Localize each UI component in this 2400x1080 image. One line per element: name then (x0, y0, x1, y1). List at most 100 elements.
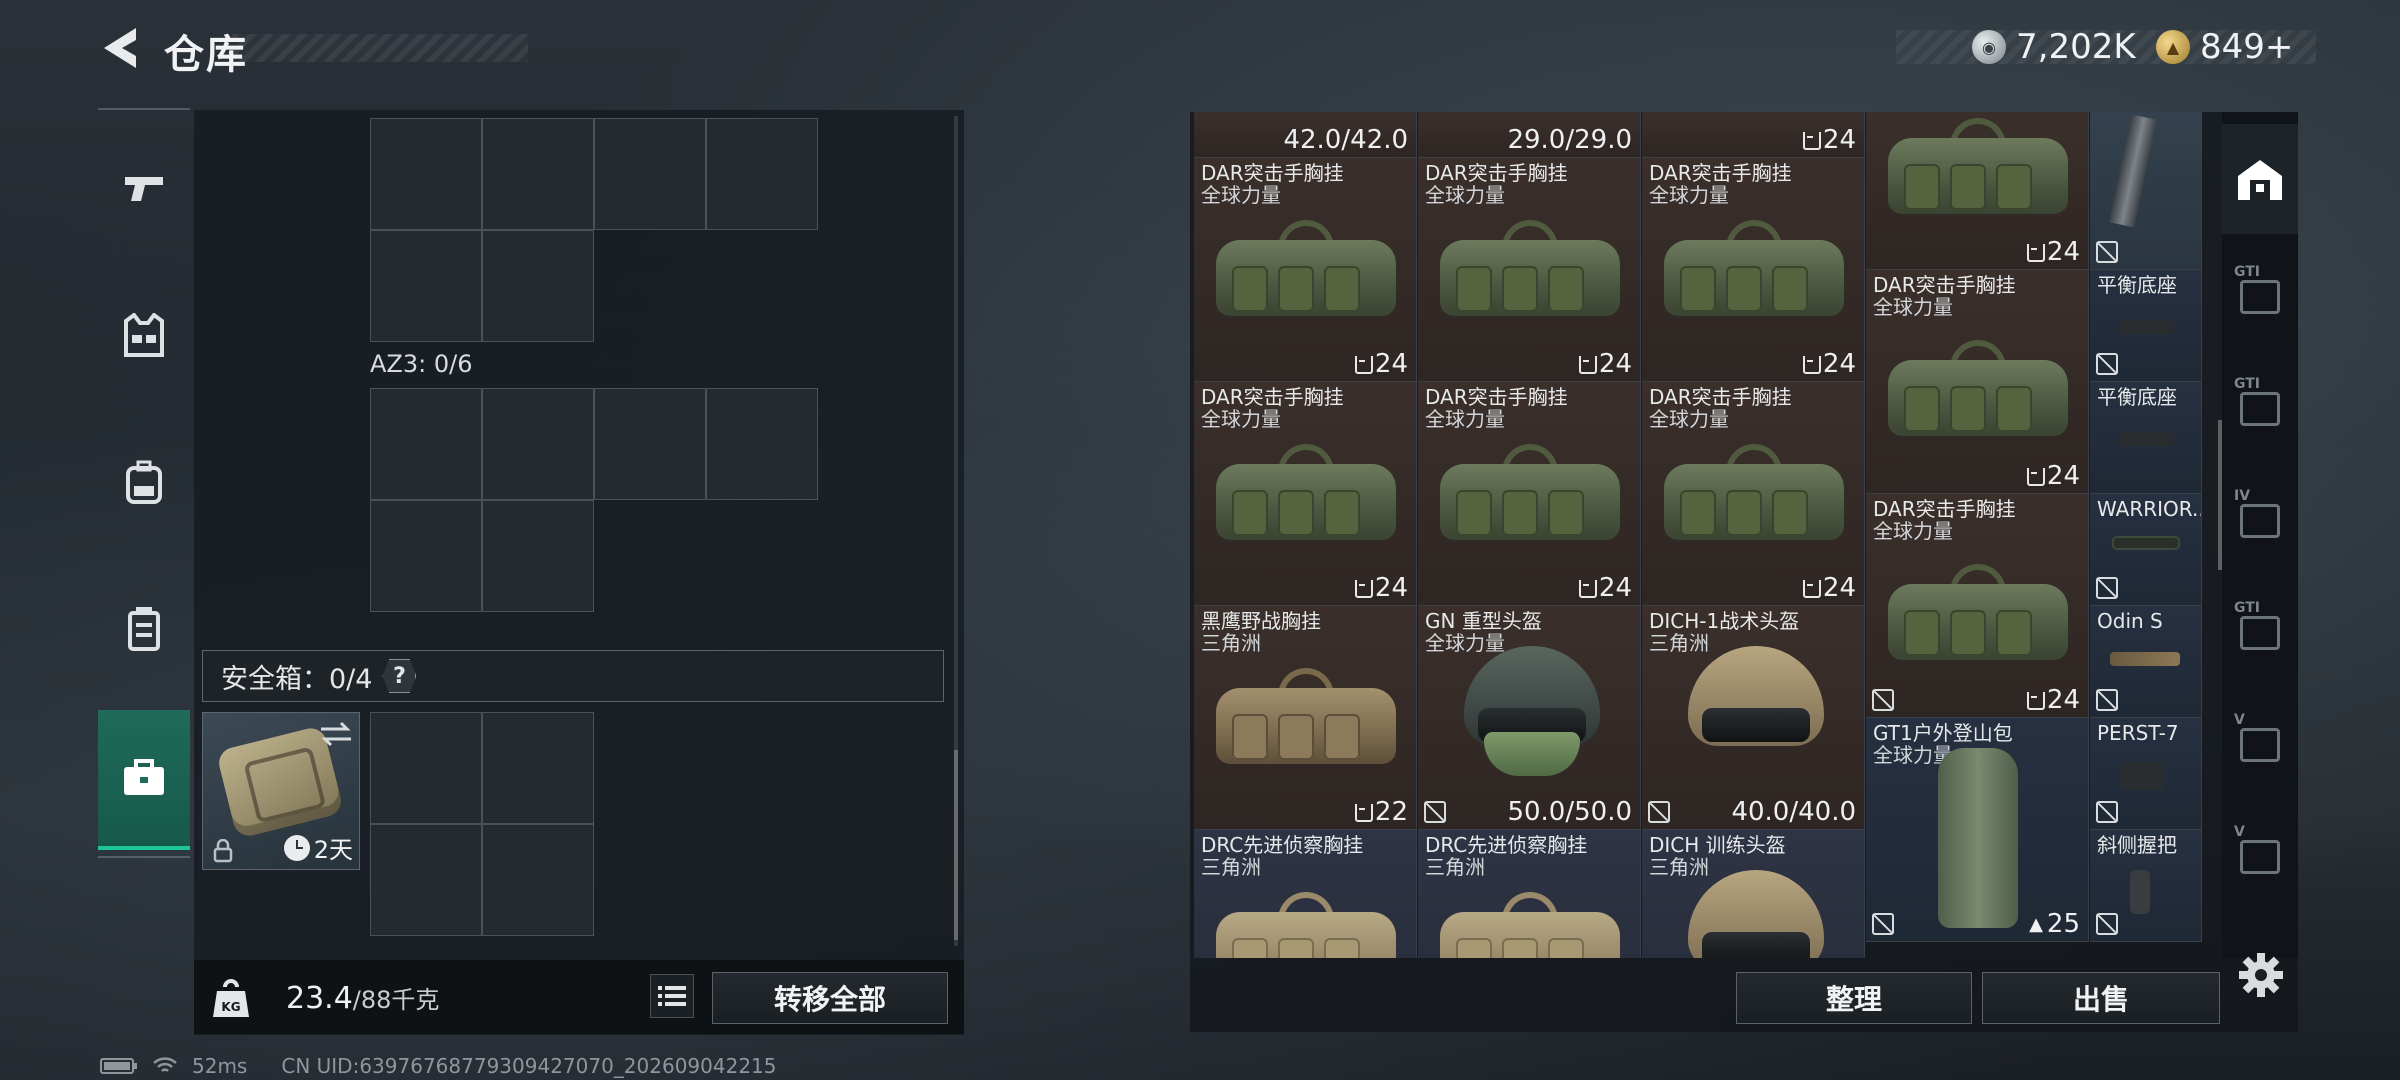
inventory-item[interactable]: DAR突击手胸挂 全球力量 24 (1418, 382, 1641, 606)
inventory-item[interactable]: DAR突击手胸挂 全球力量 24 (1194, 158, 1417, 382)
grid-slot[interactable] (370, 388, 482, 500)
list-icon (658, 986, 686, 1006)
rnav-v-1[interactable]: V (2222, 684, 2298, 794)
grid-slot[interactable] (370, 230, 482, 342)
chest-rig-image (1880, 334, 2076, 442)
case-icon (2240, 280, 2280, 314)
item-name: 平衡底座 (2097, 273, 2177, 297)
not-sellable-icon (2096, 689, 2118, 711)
inventory-item[interactable]: 42.0/42.0 (1194, 112, 1417, 158)
sell-button[interactable]: 出售 (1982, 972, 2220, 1024)
inventory-item[interactable]: 黑鹰野战胸挂 三角洲 22 (1194, 606, 1417, 830)
backpack-image (1938, 748, 2018, 928)
vest-count-icon (1353, 578, 1373, 598)
inventory-item[interactable]: DAR突击手胸挂 全球力量 24 (1418, 158, 1641, 382)
item-count: 24 (2025, 237, 2080, 267)
list-view-button[interactable] (650, 974, 694, 1018)
nav-armor[interactable] (98, 564, 190, 694)
inventory-item[interactable]: DAR突击手胸挂 全球力量 24 (1866, 270, 2089, 494)
inventory-item[interactable] (2090, 112, 2202, 270)
grid-slot[interactable] (706, 118, 818, 230)
safe-slot[interactable] (370, 824, 482, 936)
weight-current: 23.4 (286, 981, 353, 1016)
item-count-value: 24 (1822, 573, 1856, 603)
item-name: DAR突击手胸挂 (1425, 385, 1568, 409)
grid-slot[interactable] (482, 500, 594, 612)
rnav-all[interactable] (2222, 124, 2298, 234)
grid-slot[interactable] (482, 230, 594, 342)
inventory-item[interactable]: PERST-7 (2090, 718, 2202, 830)
chest-rig-image (1208, 214, 1404, 322)
weight-max: /88千克 (352, 986, 440, 1014)
container-scroll-thumb[interactable] (954, 750, 958, 940)
rnav-gti-3[interactable]: GTI (2222, 572, 2298, 682)
item-faction: 全球力量 (1201, 407, 1281, 431)
inventory-item[interactable]: DAR突击手胸挂 全球力量 24 (1642, 382, 1865, 606)
helmet-image (1682, 860, 1830, 958)
item-name: DAR突击手胸挂 (1649, 161, 1792, 185)
rnav-iv[interactable]: IV (2222, 460, 2298, 570)
inventory-item[interactable]: WARRIOR... (2090, 494, 2202, 606)
safe-slot[interactable] (370, 712, 482, 824)
not-sellable-icon (1872, 913, 1894, 935)
grid-slot[interactable] (594, 118, 706, 230)
inventory-item[interactable]: GT1户外登山包 全球力量 ▲ 25 (1866, 718, 2089, 942)
status-bar: 52ms CN UID:63976768779309427070_2026090… (100, 1054, 777, 1078)
inventory-item[interactable]: 24 (1642, 112, 1865, 158)
grid-slot[interactable] (482, 388, 594, 500)
rnav-v-2[interactable]: V (2222, 796, 2298, 906)
currency-silver[interactable]: ◉ 7,202K (1972, 26, 2136, 68)
inventory-item[interactable]: DAR突击手胸挂 全球力量 24 (1642, 158, 1865, 382)
nav-weapons[interactable] (98, 124, 190, 254)
safe-case-slot[interactable]: 2天 (202, 712, 360, 870)
wifi-icon (153, 1057, 177, 1072)
inventory-item[interactable]: DRC先进侦察胸挂 三角洲 (1418, 830, 1641, 958)
currency-silver-value: 7,202K (2016, 27, 2136, 67)
safe-slot[interactable] (482, 824, 594, 936)
grid-slot[interactable] (482, 118, 594, 230)
inventory-item[interactable]: 24 (1866, 112, 2089, 270)
nav-vests[interactable] (98, 270, 190, 400)
item-faction: 全球力量 (1425, 407, 1505, 431)
back-button[interactable] (96, 22, 144, 74)
item-name: DRC先进侦察胸挂 (1425, 833, 1588, 857)
inventory-item[interactable]: 斜侧握把 (2090, 830, 2202, 942)
rnav-gti-1[interactable]: GTI (2222, 236, 2298, 346)
attachment-image (2118, 320, 2174, 334)
inventory-item[interactable]: DICH 训练头盔 三角洲 (1642, 830, 1865, 958)
inventory-item[interactable]: DAR突击手胸挂 全球力量 24 (1866, 494, 2089, 718)
inventory-item[interactable]: 平衡底座 (2090, 270, 2202, 382)
inventory-item[interactable]: DICH-1战术头盔 三角洲 40.0/40.0 (1642, 606, 1865, 830)
vest-count-icon (2025, 242, 2045, 262)
right-category-nav: GTI GTI IV GTI V V (2222, 112, 2298, 958)
item-name: DAR突击手胸挂 (1425, 161, 1568, 185)
rnav-gti-2[interactable]: GTI (2222, 348, 2298, 458)
item-durability: 42.0/42.0 (1283, 125, 1408, 155)
inventory-item[interactable]: DAR突击手胸挂 全球力量 24 (1194, 382, 1417, 606)
safe-box-help-button[interactable]: ? (382, 659, 417, 693)
grid-slot[interactable] (594, 388, 706, 500)
organize-button[interactable]: 整理 (1736, 972, 1972, 1024)
settings-button[interactable] (2236, 950, 2286, 1000)
currency-gold[interactable]: ▲ 849+ (2156, 26, 2293, 68)
inventory-item[interactable]: DRC先进侦察胸挂 三角洲 (1194, 830, 1417, 958)
item-count-value: 40.0/40.0 (1731, 797, 1856, 827)
nav-backpacks[interactable] (98, 418, 190, 548)
transfer-all-button[interactable]: 转移全部 (712, 972, 948, 1024)
safe-slot[interactable] (482, 712, 594, 824)
svg-text:KG: KG (221, 1000, 240, 1014)
inventory-item[interactable]: GN 重型头盔 全球力量 50.0/50.0 (1418, 606, 1641, 830)
item-name: DAR突击手胸挂 (1649, 385, 1792, 409)
item-name: DICH 训练头盔 (1649, 833, 1786, 857)
inventory-item[interactable]: 平衡底座 (2090, 382, 2202, 494)
safe-box-header: 安全箱：0/4 ? (202, 650, 944, 702)
grid-slot[interactable] (370, 118, 482, 230)
swap-icon[interactable] (319, 721, 353, 747)
item-count-value: 25 (2046, 909, 2080, 939)
inventory-item[interactable]: 29.0/29.0 (1418, 112, 1641, 158)
grid-slot[interactable] (370, 500, 482, 612)
grid-slot[interactable] (706, 388, 818, 500)
inventory-item[interactable]: Odin S (2090, 606, 2202, 718)
item-count-value: 24 (2046, 461, 2080, 491)
nav-safe-case[interactable] (98, 710, 190, 850)
